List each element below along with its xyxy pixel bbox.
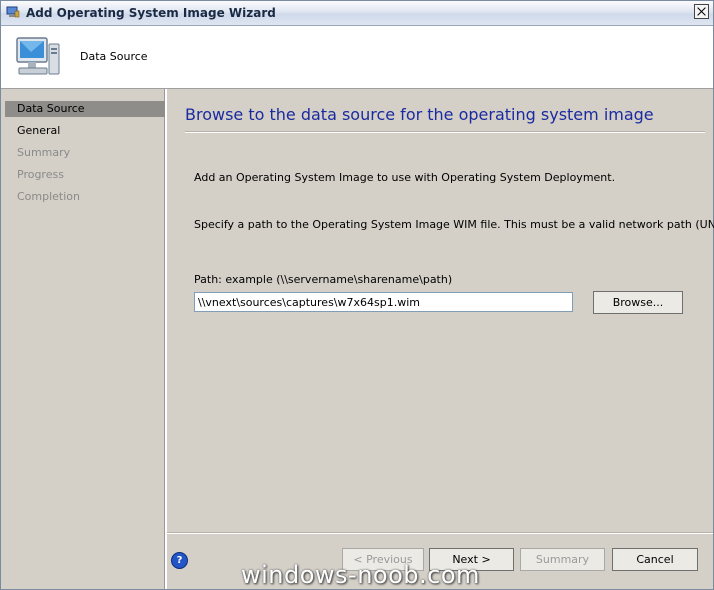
- footer-divider: [167, 532, 713, 534]
- step-general[interactable]: General: [5, 123, 165, 139]
- site-watermark: windows-noob.com: [241, 561, 480, 589]
- path-input[interactable]: [194, 292, 573, 312]
- path-label: Path: example (\\servername\sharename\pa…: [194, 273, 453, 286]
- help-icon[interactable]: ?: [171, 552, 188, 569]
- wizard-content: Browse to the data source for the operat…: [167, 89, 714, 532]
- wizard-app-icon: [6, 6, 20, 18]
- wizard-steps-sidebar: Data Source General Summary Progress Com…: [1, 89, 167, 589]
- browse-button[interactable]: Browse...: [593, 291, 683, 314]
- summary-button[interactable]: Summary: [520, 548, 605, 571]
- step-summary: Summary: [17, 146, 71, 159]
- step-data-source[interactable]: Data Source: [5, 101, 165, 117]
- page-heading: Browse to the data source for the operat…: [185, 105, 654, 124]
- heading-divider: [185, 131, 705, 133]
- wizard-header: Data Source: [1, 26, 713, 89]
- wizard-window: Add Operating System Image Wizard Data S…: [0, 0, 714, 590]
- header-title: Data Source: [80, 50, 148, 63]
- step-progress: Progress: [17, 168, 64, 181]
- step-completion: Completion: [17, 190, 81, 203]
- window-title: Add Operating System Image Wizard: [26, 6, 276, 20]
- title-bar[interactable]: Add Operating System Image Wizard: [1, 1, 713, 26]
- cancel-button[interactable]: Cancel: [612, 548, 698, 571]
- page-description: Add an Operating System Image to use wit…: [194, 171, 616, 184]
- close-button[interactable]: [694, 4, 709, 19]
- computer-icon: [16, 37, 60, 75]
- path-instruction: Specify a path to the Operating System I…: [194, 218, 714, 231]
